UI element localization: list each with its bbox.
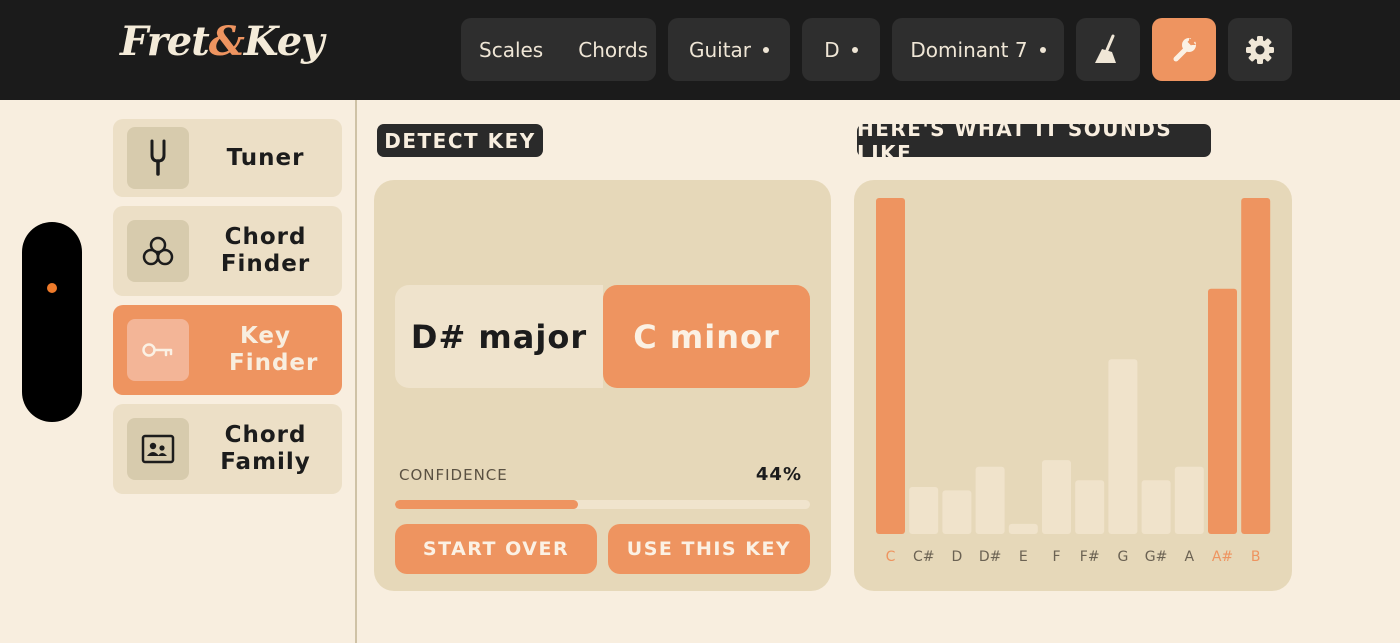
chart-bar-f: [1042, 460, 1071, 534]
confidence-bar: [395, 500, 810, 509]
chart-tick-label: F: [1052, 549, 1060, 565]
sidebar-item-label: Chord Finder: [220, 224, 311, 277]
use-this-key-button[interactable]: USE THIS KEY: [608, 524, 810, 574]
chart-bar-b: [1241, 198, 1271, 534]
chord-type-value: Dominant 7: [910, 37, 1028, 62]
dropdown-dot-icon: [763, 46, 770, 53]
chart-bar-g-sharp: [1141, 480, 1171, 534]
settings-button[interactable]: [1228, 18, 1292, 81]
chart-bar-d: [942, 490, 972, 534]
chart-tick-label: A: [1185, 549, 1195, 565]
mode-segment: Scales Chords: [461, 18, 656, 81]
sidebar-item-chord-finder[interactable]: Chord Finder: [113, 206, 342, 296]
chart-bar-g: [1108, 359, 1138, 534]
chart-tick-label: B: [1251, 549, 1261, 565]
instrument-dropdown[interactable]: Guitar: [668, 18, 790, 81]
chart-bar-e: [1008, 523, 1038, 534]
top-bar: Fret&Key Scales Chords Guitar D Dominant…: [0, 0, 1400, 100]
sidebar-item-key-finder[interactable]: Key Finder: [113, 305, 342, 395]
chart-bar-d-sharp: [975, 466, 1005, 534]
root-note-dropdown[interactable]: D: [802, 18, 880, 81]
chart-tick-label: F#: [1080, 549, 1100, 565]
side-rail[interactable]: [22, 222, 82, 422]
key-option-c-minor[interactable]: C minor: [603, 285, 810, 388]
tab-chords[interactable]: Chords: [543, 38, 648, 62]
root-note-value: D: [824, 37, 840, 62]
dropdown-dot-icon: [851, 46, 858, 53]
instrument-value: Guitar: [688, 37, 752, 62]
start-over-button[interactable]: START OVER: [395, 524, 597, 574]
chart-tick-label: G: [1117, 549, 1128, 565]
key-option-d-sharp-major[interactable]: D# major: [395, 285, 603, 388]
detect-key-heading: DETECT KEY: [377, 124, 543, 157]
chart-bar-c-sharp: [909, 486, 939, 534]
clear-button[interactable]: [1076, 18, 1140, 81]
confidence-bar-fill: [395, 500, 578, 509]
chart-tick-label: C: [886, 549, 896, 565]
logo-text-fret: Fret: [120, 18, 210, 65]
sidebar-item-tuner[interactable]: Tuner: [113, 119, 342, 197]
tab-scales[interactable]: Scales: [461, 38, 543, 62]
broom-icon: [1095, 34, 1116, 63]
confidence-label: CONFIDENCE: [399, 466, 508, 484]
sounds-heading: HERE'S WHAT IT SOUNDS LIKE: [857, 117, 1211, 165]
chart-tick-label: D#: [979, 549, 1002, 565]
chart-tick-label: D: [952, 549, 963, 565]
sidebar-item-label: Chord Family: [220, 422, 311, 475]
tools-button[interactable]: [1152, 18, 1216, 81]
chart-tick-label: E: [1019, 549, 1028, 565]
wrench-icon: [1173, 35, 1198, 61]
confidence-value: 44%: [755, 464, 802, 485]
circles-icon: [127, 220, 189, 282]
chart-tick-label: G#: [1145, 549, 1168, 565]
logo-ampersand: &: [208, 18, 245, 65]
sidebar-item-label: Tuner: [226, 144, 305, 171]
chart-bar-c: [876, 198, 905, 534]
chart-bar-a-sharp: [1208, 288, 1237, 534]
tuning-fork-icon: [127, 127, 189, 189]
rail-indicator-dot: [47, 283, 57, 293]
logo-text-key: Key: [243, 18, 325, 65]
key-icon: [127, 319, 189, 381]
panel-divider: [355, 100, 357, 643]
dropdown-dot-icon: [1039, 46, 1046, 53]
sidebar-item-label: Key Finder: [229, 323, 319, 376]
chart-bar-a: [1174, 466, 1204, 534]
chart-tick-label: A#: [1212, 549, 1233, 565]
app-logo: Fret&Key: [120, 18, 325, 65]
chord-type-dropdown[interactable]: Dominant 7: [892, 18, 1064, 81]
chart-tick-label: C#: [913, 549, 935, 565]
sidebar-item-chord-family[interactable]: Chord Family: [113, 404, 342, 494]
chart-bar-f-sharp: [1075, 480, 1105, 534]
pitch-class-chart: C C# D D# E F F# G G# A A# B: [854, 180, 1292, 591]
gear-icon: [1246, 35, 1274, 64]
contact-card-icon: [127, 418, 189, 480]
